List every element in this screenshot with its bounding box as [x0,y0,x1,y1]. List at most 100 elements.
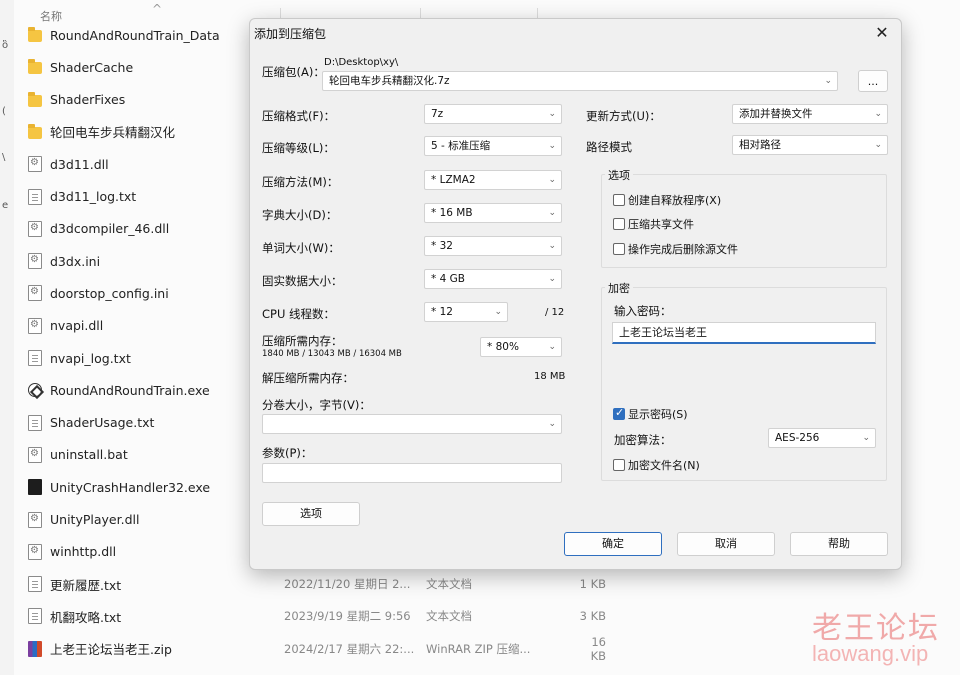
format-value: 7z [431,108,444,120]
word-size-value: * 32 [431,240,453,252]
show-password-checkbox[interactable]: 显示密码(S) [613,406,688,422]
sfx-label: 创建自释放程序(X) [628,194,722,207]
format-label: 压缩格式(F)： [262,109,336,123]
solid-size-select[interactable]: * 4 GB ⌄ [424,269,562,289]
chevron-down-icon: ⌄ [874,140,882,150]
black-app-icon [28,479,42,496]
folder-icon [28,59,42,75]
file-type: WinRAR ZIP 压缩... [426,641,531,656]
nav-mark: ὃ [2,40,9,51]
path-mode-value: 相对路径 [739,139,781,151]
unity-icon [28,383,42,398]
archive-name-value: 轮回电车步兵精翻汉化.7z [329,75,450,87]
text-file-icon [28,414,42,431]
folder-icon [28,123,42,139]
options-button[interactable]: 选项 [262,502,360,526]
text-file-icon [28,608,42,625]
password-input[interactable]: 上老王论坛当老王 [612,322,876,344]
dict-size-select[interactable]: * 16 MB ⌄ [424,203,562,223]
file-name: 机翻攻略.txt [50,609,122,625]
show-password-label: 显示密码(S) [628,408,688,421]
winrar-icon [28,640,42,657]
help-button[interactable]: 帮助 [790,532,888,556]
chevron-down-icon: ⌄ [494,307,502,317]
cancel-button[interactable]: 取消 [677,532,775,556]
folder-icon [28,27,42,42]
gear-file-icon [28,253,42,270]
encryption-method-value: AES-256 [775,432,820,444]
gear-file-icon [28,285,42,302]
params-input[interactable] [262,463,562,483]
level-select[interactable]: 5 - 标准压缩 ⌄ [424,136,562,156]
split-size-label: 分卷大小，字节(V)： [262,398,371,412]
encryption-group-title: 加密 [605,280,633,296]
file-row[interactable]: 更新履歴.txt 2022/11/20 星期日 2... 文本文档 1 KB [28,571,958,597]
chevron-down-icon: ⌄ [548,419,556,429]
file-size: 1 KB [579,577,606,592]
method-select[interactable]: * LZMA2 ⌄ [424,170,562,190]
file-date: 2024/2/17 星期六 22:... [284,641,415,656]
chevron-down-icon: ⌄ [548,342,556,352]
checkbox-box[interactable] [613,243,625,255]
params-label: 参数(P)： [262,446,313,460]
file-size: 16 KB [590,634,606,663]
split-size-combo[interactable]: ⌄ [262,414,562,434]
browse-button[interactable]: ... [858,70,888,92]
checkbox-box[interactable] [613,459,625,471]
memory-usage-select[interactable]: * 80% ⌄ [480,337,562,357]
chevron-down-icon: ⌄ [548,241,556,251]
sfx-checkbox[interactable]: 创建自释放程序(X) [613,192,721,208]
delete-after-checkbox[interactable]: 操作完成后删除源文件 [613,241,738,257]
options-group-title: 选项 [605,167,633,183]
encrypt-names-label: 加密文件名(N) [628,459,700,472]
encryption-method-label: 加密算法： [614,433,672,447]
gear-file-icon [28,446,42,463]
update-mode-value: 添加并替换文件 [739,108,813,120]
decomp-memory-label: 解压缩所需内存： [262,371,354,385]
navigation-pane-edge: ὃ ( \ e [0,0,14,675]
gear-file-icon [28,156,42,173]
word-size-select[interactable]: * 32 ⌄ [424,236,562,256]
memory-usage-value: * 80% [487,341,519,353]
close-icon[interactable]: ✕ [869,21,895,45]
path-mode-select[interactable]: 相对路径 ⌄ [732,135,888,155]
file-name: 上老王论坛当老王.zip [50,642,172,658]
update-mode-select[interactable]: 添加并替换文件 ⌄ [732,104,888,124]
archive-path: D:\Desktop\xy\ [324,57,399,68]
dict-size-label: 字典大小(D)： [262,208,338,222]
file-type: 文本文档 [426,577,472,592]
cpu-threads-max: / 12 [545,307,565,318]
checkbox-checked[interactable] [613,406,625,420]
cpu-threads-select[interactable]: * 12 ⌄ [424,302,508,322]
compress-shared-checkbox[interactable]: 压缩共享文件 [613,216,694,232]
solid-size-label: 固实数据大小： [262,274,343,288]
method-value: * LZMA2 [431,174,476,186]
encrypt-names-checkbox[interactable]: 加密文件名(N) [613,457,700,473]
file-type: 文本文档 [426,609,472,624]
dialog-title: 添加到压缩包 [254,27,327,41]
format-select[interactable]: 7z ⌄ [424,104,562,124]
delete-after-label: 操作完成后删除源文件 [628,243,738,256]
chevron-down-icon: ⌄ [874,109,882,119]
update-mode-label: 更新方式(U)： [586,109,661,123]
checkbox-box[interactable] [613,194,625,206]
cpu-threads-value: * 12 [431,306,453,318]
file-date: 2022/11/20 星期日 2... [284,577,411,592]
chevron-down-icon: ⌄ [862,433,870,443]
chevron-down-icon: ⌄ [548,109,556,119]
ok-button[interactable]: 确定 [564,532,662,556]
chevron-down-icon: ⌄ [548,208,556,218]
nav-mark: ( [2,106,6,117]
archive-name-combo[interactable]: 轮回电车步兵精翻汉化.7z ⌄ [322,71,838,91]
solid-size-value: * 4 GB [431,273,465,285]
encryption-method-select[interactable]: AES-256 ⌄ [768,428,876,448]
checkbox-box[interactable] [613,218,625,230]
dict-size-value: * 16 MB [431,207,473,219]
method-label: 压缩方法(M)： [262,175,339,189]
chevron-down-icon: ⌄ [824,76,832,86]
text-file-icon [28,576,42,593]
chevron-down-icon: ⌄ [548,274,556,284]
text-file-icon [28,188,42,205]
text-file-icon [28,350,42,366]
archive-label: 压缩包(A)： [262,65,325,79]
